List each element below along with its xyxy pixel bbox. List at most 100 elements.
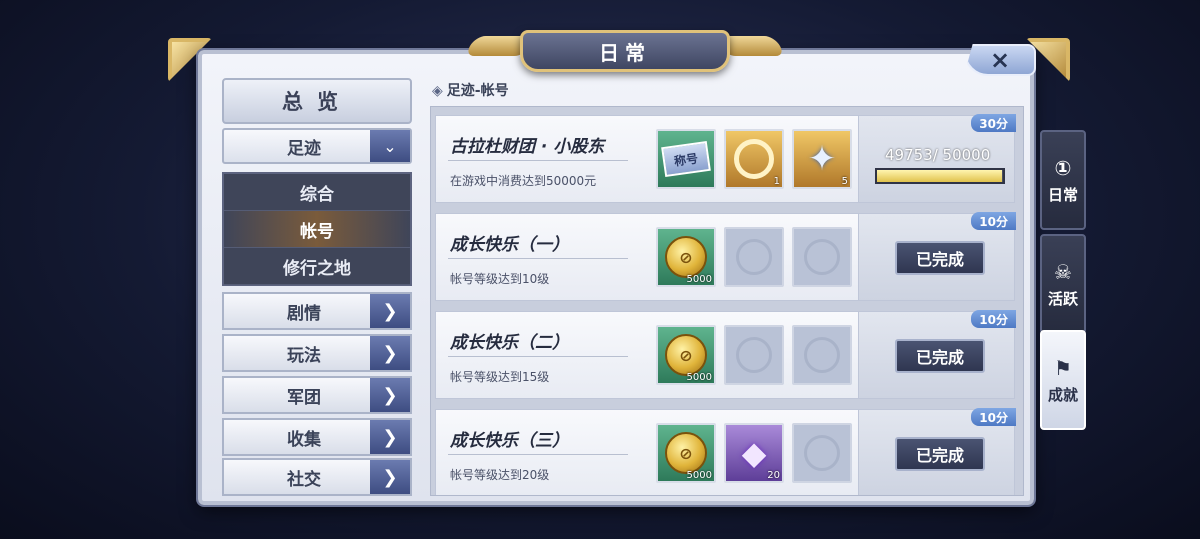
nav-item-label: 玩法 [287,345,321,366]
arrow-right-icon: ❯ [370,336,410,370]
arrow-right-icon: ❯ [370,420,410,454]
coin-icon: ⊘ [665,334,707,376]
breadcrumb: ◈ 足迹-帐号 [432,80,509,100]
empty-slot-icon [804,239,840,275]
star-icon: ✦ [807,139,837,179]
reward-count: 5000 [686,470,712,481]
overview-button[interactable]: 总览 [222,78,412,124]
divider [448,160,628,161]
reward-count: 5000 [686,372,712,383]
breadcrumb-text: 足迹-帐号 [446,83,509,99]
progress-fill [877,170,1003,182]
nav-item-label: 剧情 [287,303,321,324]
reward-slot[interactable]: ✦ 5 [792,129,852,189]
nav-item-collection[interactable]: 收集 ❯ [222,418,412,456]
completed-button[interactable]: 已完成 [895,339,985,373]
achievement-name: 古拉杜财团 · 小股东 [450,137,605,157]
achievement-list[interactable]: 古拉杜财团 · 小股东 在游戏中消费达到50000元 称号 1 ✦ 5 30分 … [430,106,1024,496]
dropdown-label: 足迹 [287,138,321,159]
nav-item-label: 社交 [287,469,321,490]
tab-activity[interactable]: ☠ 活跃 [1040,234,1086,334]
reward-count: 5000 [686,274,712,285]
tab-label: 活跃 [1047,289,1078,308]
empty-reward-slot [724,325,784,385]
reward-slot[interactable]: ◆ 20 [724,423,784,483]
empty-reward-slot [792,325,852,385]
achievement-name: 成长快乐（一） [450,235,569,255]
chevron-down-icon: ⌄ [370,130,410,162]
empty-reward-slot [792,227,852,287]
sub-item-training-ground[interactable]: 修行之地 [224,248,410,285]
achievement-desc: 在游戏中消费达到50000元 [450,174,597,188]
sub-item-general[interactable]: 综合 [224,174,410,211]
tab-achievements[interactable]: ⚑ 成就 [1040,330,1086,430]
progress-text: 49753/ 50000 [885,146,991,164]
achievement-row: 成长快乐（三） 帐号等级达到20级 ⊘ 5000 ◆ 20 10分 已完成 [435,408,1016,495]
progress-area: 30分 49753/ 50000 [858,114,1016,202]
arrow-right-icon: ❯ [370,378,410,412]
empty-slot-icon [804,435,840,471]
title-tag-icon: 称号 [661,140,711,178]
ring-icon [734,139,774,179]
achievement-desc: 帐号等级达到10级 [450,272,550,286]
coin-icon: ⊘ [665,236,707,278]
points-badge: 30分 [971,114,1016,132]
tab-label: 成就 [1047,385,1078,404]
empty-slot-icon [736,337,772,373]
coin-icon: ⊘ [665,432,707,474]
points-badge: 10分 [971,408,1016,426]
status-area: 10分 已完成 [858,310,1016,398]
achievement-desc: 帐号等级达到15级 [450,370,550,384]
points-badge: 10分 [971,212,1016,230]
divider [448,258,628,259]
empty-slot-icon [804,337,840,373]
empty-reward-slot [724,227,784,287]
banner-icon: ⚑ [1054,355,1072,380]
empty-slot-icon [736,239,772,275]
reward-count: 20 [767,470,780,481]
tab-daily[interactable]: ① 日常 [1040,130,1086,230]
progress-bar [875,168,1005,184]
nav-item-label: 军团 [287,387,321,408]
nav-item-label: 收集 [287,429,321,450]
close-icon: × [989,46,1011,74]
achievement-name: 成长快乐（三） [450,431,569,451]
divider [448,454,628,455]
reward-slot[interactable]: 1 [724,129,784,189]
achievement-row: 成长快乐（一） 帐号等级达到10级 ⊘ 5000 10分 已完成 [435,212,1016,301]
daily-icon: ① [1054,155,1072,180]
nav-item-social[interactable]: 社交 ❯ [222,458,412,496]
reward-slot[interactable]: 称号 [656,129,716,189]
diamond-icon: ◈ [432,83,443,99]
reward-slot[interactable]: ⊘ 5000 [656,227,716,287]
close-button[interactable]: × [964,44,1036,76]
achievement-name: 成长快乐（二） [450,333,569,353]
nav-item-story[interactable]: 剧情 ❯ [222,292,412,330]
reward-slot[interactable]: ⊘ 5000 [656,423,716,483]
reward-count: 1 [773,176,780,187]
arrow-right-icon: ❯ [370,294,410,328]
points-badge: 10分 [971,310,1016,328]
category-dropdown[interactable]: 足迹 ⌄ [222,128,412,164]
activity-icon: ☠ [1054,259,1072,284]
diamond-gem-icon: ◆ [741,434,767,472]
empty-reward-slot [792,423,852,483]
arrow-right-icon: ❯ [370,460,410,494]
completed-button[interactable]: 已完成 [895,437,985,471]
status-area: 10分 已完成 [858,408,1016,495]
reward-slot[interactable]: ⊘ 5000 [656,325,716,385]
achievement-desc: 帐号等级达到20级 [450,468,550,482]
nav-item-gameplay[interactable]: 玩法 ❯ [222,334,412,372]
nav-item-legion[interactable]: 军团 ❯ [222,376,412,414]
completed-button[interactable]: 已完成 [895,241,985,275]
sub-item-account[interactable]: 帐号 [224,211,410,248]
sub-category-list: 综合 帐号 修行之地 [222,172,412,286]
reward-count: 5 [841,176,848,187]
tab-label: 日常 [1047,185,1078,204]
status-area: 10分 已完成 [858,212,1016,300]
window-title: 日常 [520,30,730,72]
game-screen: 日常 × 总览 足迹 ⌄ 综合 帐号 修行之地 剧情 ❯ 玩法 ❯ 军团 ❯ 收… [0,0,1200,539]
divider [448,356,628,357]
achievement-row: 古拉杜财团 · 小股东 在游戏中消费达到50000元 称号 1 ✦ 5 30分 … [435,114,1016,203]
achievement-row: 成长快乐（二） 帐号等级达到15级 ⊘ 5000 10分 已完成 [435,310,1016,399]
